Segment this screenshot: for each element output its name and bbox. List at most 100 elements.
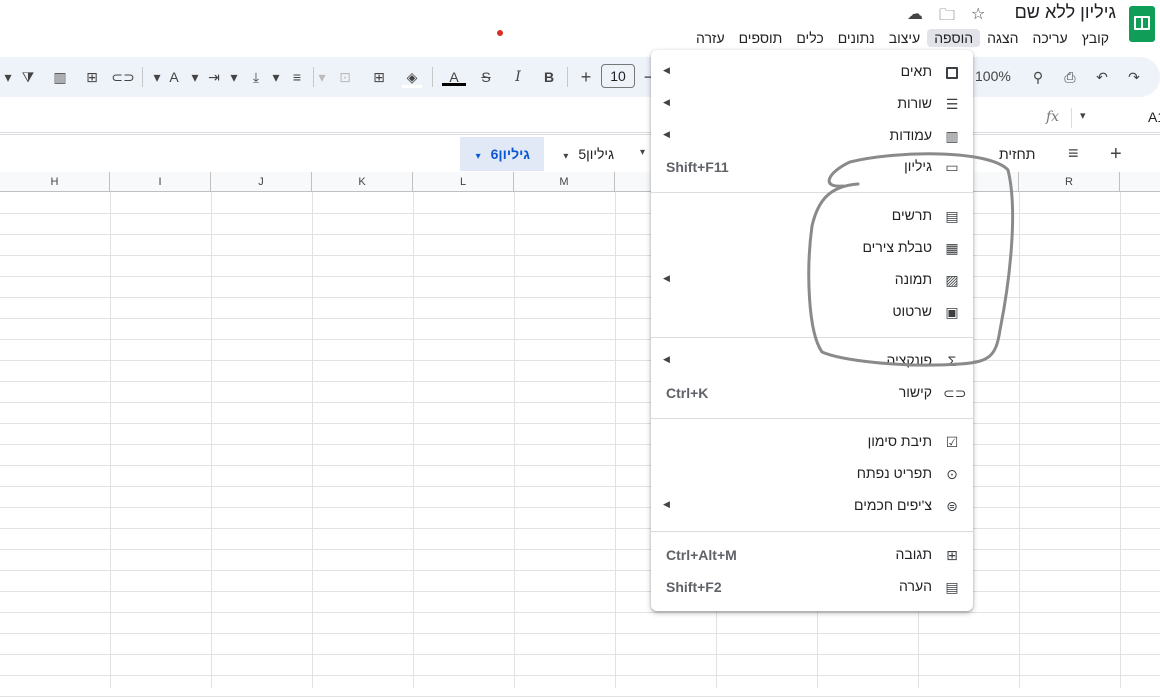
column-header-s[interactable] — [1120, 172, 1160, 192]
grid-row-line — [0, 612, 1160, 613]
column-header-j[interactable]: J — [211, 172, 312, 192]
all-sheets-icon[interactable]: ≡ — [1068, 143, 1079, 164]
filter-icon[interactable]: ⧩ — [16, 65, 40, 89]
dropdown-arrow-icon[interactable]: ▾ — [640, 147, 645, 158]
menu-item-drawing[interactable]: ▣ שרטוט — [651, 296, 973, 328]
pivot-table-icon: ▦ — [945, 240, 959, 256]
chart-icon[interactable]: ▥ — [48, 65, 72, 89]
submenu-arrow-icon: ◀ — [663, 97, 670, 107]
menu-item-sheet[interactable]: ▭ גיליון Shift+F11 — [651, 151, 973, 183]
image-icon: ▨ — [945, 272, 959, 288]
shortcut-label: Shift+F2 — [666, 579, 722, 595]
grid-column-line — [615, 192, 616, 688]
cells-icon — [943, 63, 961, 81]
grid-row-line — [0, 507, 1160, 508]
spreadsheet-grid[interactable]: H I J K L M R — [0, 172, 1160, 697]
grid-row-line — [0, 339, 1160, 340]
menu-item-comment[interactable]: ⊞ תגובה Ctrl+Alt+M — [651, 539, 973, 571]
submenu-arrow-icon: ◀ — [663, 273, 670, 283]
horizontal-align-icon[interactable]: ≡ — [285, 65, 309, 89]
formula-bar: fx ▾ A1 — [0, 104, 1160, 133]
link-icon[interactable]: ⊂⊃ — [111, 65, 135, 89]
grid-column-line — [1120, 192, 1121, 688]
column-header-r[interactable]: R — [1019, 172, 1120, 192]
star-icon[interactable]: ☆ — [971, 4, 985, 24]
grid-row-line — [0, 654, 1160, 655]
add-sheet-button[interactable]: + — [1110, 143, 1122, 166]
column-header-k[interactable]: K — [312, 172, 413, 192]
text-color-swatch — [442, 83, 466, 86]
print-icon[interactable]: ⎙ — [1058, 65, 1082, 89]
font-size-input[interactable]: 10 — [601, 64, 635, 88]
submenu-arrow-icon: ◀ — [663, 499, 670, 509]
redo-icon[interactable]: ↷ — [1122, 65, 1146, 89]
menu-data[interactable]: נתונים — [831, 29, 882, 47]
grid-row-line — [0, 549, 1160, 550]
grid-row-line — [0, 528, 1160, 529]
name-box[interactable]: A1 — [1148, 109, 1160, 125]
grid-row-line — [0, 402, 1160, 403]
submenu-arrow-icon: ◀ — [663, 65, 670, 75]
insert-menu: תאים ◀ ☰ שורות ◀ ▥ עמודות ◀ ▭ גיליון Shi… — [651, 50, 973, 611]
paint-format-icon[interactable]: ⚲ — [1026, 65, 1050, 89]
cloud-status-icon[interactable]: ☁ — [907, 4, 923, 24]
dropdown-arrow-icon[interactable]: ▾ — [310, 65, 334, 89]
sheet-tab-forecast[interactable]: תחזית — [985, 137, 1049, 171]
menu-file[interactable]: קובץ — [1075, 29, 1116, 47]
undo-icon[interactable]: ↶ — [1090, 65, 1114, 89]
sheet-tab-5[interactable]: גיליון5 ▾ — [544, 137, 628, 171]
title-bar: גיליון ללא שם ☆ 🗀 ☁ קובץ עריכה הצגה הוספ… — [0, 0, 1160, 52]
menu-tools[interactable]: כלים — [789, 29, 830, 47]
column-header-h[interactable]: H — [0, 172, 110, 192]
menu-item-pivot-table[interactable]: ▦ טבלת צירים — [651, 232, 973, 264]
borders-icon[interactable]: ⊞ — [367, 65, 391, 89]
sheets-logo-icon[interactable] — [1129, 6, 1155, 42]
menu-insert[interactable]: הוספה — [927, 29, 981, 47]
menu-item-rows[interactable]: ☰ שורות ◀ — [651, 88, 973, 120]
menu-item-image[interactable]: ▨ תמונה ◀ — [651, 264, 973, 296]
menu-item-cells[interactable]: תאים ◀ — [651, 56, 973, 88]
fx-icon: fx — [1046, 109, 1060, 125]
move-folder-icon[interactable]: 🗀 — [939, 4, 955, 31]
column-header-i[interactable]: I — [110, 172, 211, 192]
column-header-m[interactable]: M — [514, 172, 615, 192]
merge-cells-icon[interactable]: ⊡ — [333, 65, 357, 89]
dropdown-icon: ⊙ — [946, 466, 958, 482]
grid-row-line — [0, 444, 1160, 445]
document-title[interactable]: גיליון ללא שם — [1015, 2, 1116, 23]
italic-button[interactable]: I — [506, 65, 530, 89]
zoom-select[interactable]: 100% — [975, 68, 1011, 84]
drawing-icon: ▣ — [945, 304, 959, 320]
strikethrough-icon[interactable]: S — [474, 65, 498, 89]
name-box-dropdown-icon[interactable]: ▾ — [1080, 109, 1086, 122]
dropdown-arrow-icon[interactable]: ▾ — [476, 151, 481, 162]
shortcut-label: Ctrl+K — [666, 385, 709, 401]
grid-row-line — [0, 465, 1160, 466]
menu-divider — [651, 337, 973, 338]
menu-extensions[interactable]: תוספים — [732, 29, 790, 47]
sigma-icon: Σ — [947, 353, 957, 369]
cursor-mark — [497, 30, 503, 36]
menu-format[interactable]: עיצוב — [882, 29, 927, 47]
dropdown-arrow-icon[interactable]: ▾ — [222, 65, 246, 89]
menu-item-note[interactable]: ▤ הערה Shift+F2 — [651, 571, 973, 603]
sheet-tab-6[interactable]: גיליון6 ▾ — [460, 137, 544, 171]
menu-item-smart-chips[interactable]: ⊜ צ'יפים חכמים ◀ — [651, 490, 973, 522]
bold-button[interactable]: B — [537, 65, 561, 89]
font-size-increase-button[interactable]: + — [574, 65, 598, 89]
menu-help[interactable]: עזרה — [689, 29, 732, 47]
menu-item-chart[interactable]: ▤ תרשים — [651, 200, 973, 232]
menu-item-function[interactable]: Σ פונקציה ◀ — [651, 345, 973, 377]
shortcut-label: Shift+F11 — [666, 159, 729, 175]
menu-view[interactable]: הצגה — [980, 29, 1025, 47]
menu-item-checkbox[interactable]: ☑ תיבת סימון — [651, 426, 973, 458]
grid-row-line — [0, 276, 1160, 277]
comment-icon[interactable]: ⊞ — [80, 65, 104, 89]
menu-item-dropdown[interactable]: ⊙ תפריט נפתח — [651, 458, 973, 490]
menu-edit[interactable]: עריכה — [1025, 29, 1074, 47]
menu-item-columns[interactable]: ▥ עמודות ◀ — [651, 120, 973, 152]
menu-item-link[interactable]: ⊂⊃ קישור Ctrl+K — [651, 377, 973, 409]
dropdown-arrow-icon[interactable]: ▾ — [563, 151, 568, 162]
grid-column-line — [312, 192, 313, 688]
column-header-l[interactable]: L — [413, 172, 514, 192]
